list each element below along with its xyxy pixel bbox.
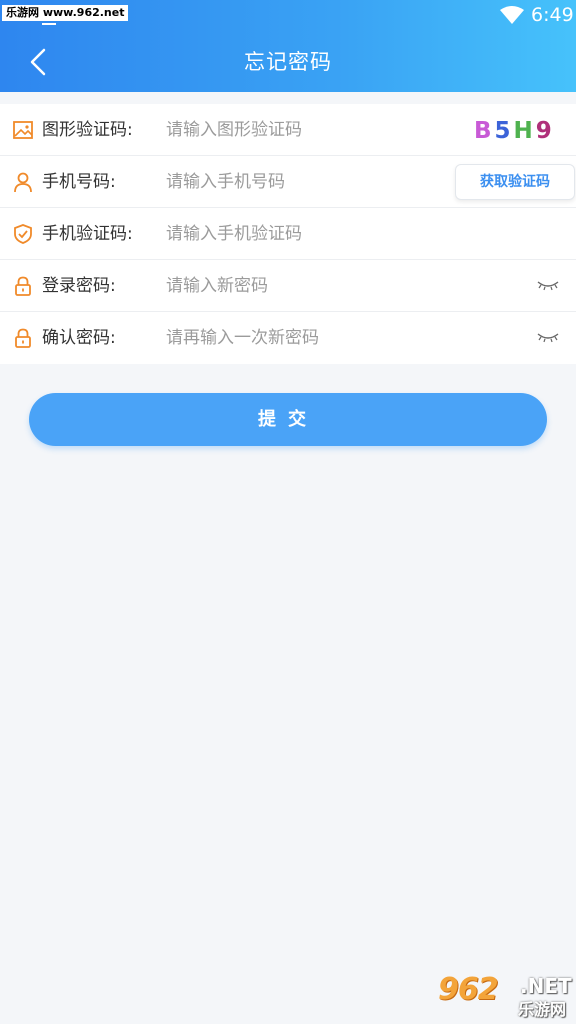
submit-button[interactable]: 提交 — [29, 393, 547, 446]
phone-input[interactable] — [166, 169, 436, 195]
captcha-char: H — [513, 118, 536, 144]
reset-password-form: 图形验证码: B5H9 手机号码: 获取验证码 手机验证码: 登录密码: — [0, 104, 576, 364]
watermark-logo: 962 .NET 乐游网 — [438, 972, 572, 1020]
confirm-password-row: 确认密码: — [0, 312, 576, 364]
phone-label: 手机号码: — [42, 172, 116, 192]
confirm-password-label: 确认密码: — [42, 328, 116, 348]
captcha-label: 图形验证码: — [42, 120, 133, 140]
confirm-password-input[interactable] — [166, 325, 436, 351]
eye-closed-icon[interactable] — [536, 330, 560, 344]
new-password-input[interactable] — [166, 273, 436, 299]
captcha-char: 9 — [535, 118, 555, 144]
lock-icon — [15, 328, 31, 348]
get-code-button[interactable]: 获取验证码 — [455, 164, 575, 200]
watermark-name: 乐游网 — [518, 1000, 567, 1019]
watermark-suffix: .NET — [520, 974, 572, 998]
phone-row: 手机号码: 获取验证码 — [0, 156, 576, 208]
watermark-number: 962 — [438, 972, 499, 1007]
captcha-row: 图形验证码: B5H9 — [0, 104, 576, 156]
image-icon — [13, 121, 33, 139]
sms-code-label: 手机验证码: — [42, 224, 133, 244]
captcha-char: 5 — [494, 118, 514, 144]
new-password-row: 登录密码: — [0, 260, 576, 312]
user-icon — [14, 172, 32, 193]
wifi-icon — [500, 6, 524, 24]
page-title: 忘记密码 — [244, 50, 332, 74]
status-bar: 乐游网 www.962.net 6:49 — [0, 0, 576, 30]
captcha-image[interactable]: B5H9 — [474, 116, 555, 146]
captcha-char: B — [474, 118, 495, 144]
eye-closed-icon[interactable] — [536, 278, 560, 292]
app-header: 乐游网 www.962.net 6:49 忘记密码 — [0, 0, 576, 92]
sms-code-input[interactable] — [166, 221, 436, 247]
sms-code-row: 手机验证码: — [0, 208, 576, 260]
watermark-badge: 乐游网 www.962.net — [2, 5, 129, 21]
status-time: 6:49 — [531, 4, 574, 26]
shield-icon — [14, 224, 32, 244]
lock-icon — [15, 276, 31, 296]
status-indicator — [42, 23, 56, 25]
captcha-input[interactable] — [166, 117, 436, 143]
new-password-label: 登录密码: — [42, 276, 116, 296]
